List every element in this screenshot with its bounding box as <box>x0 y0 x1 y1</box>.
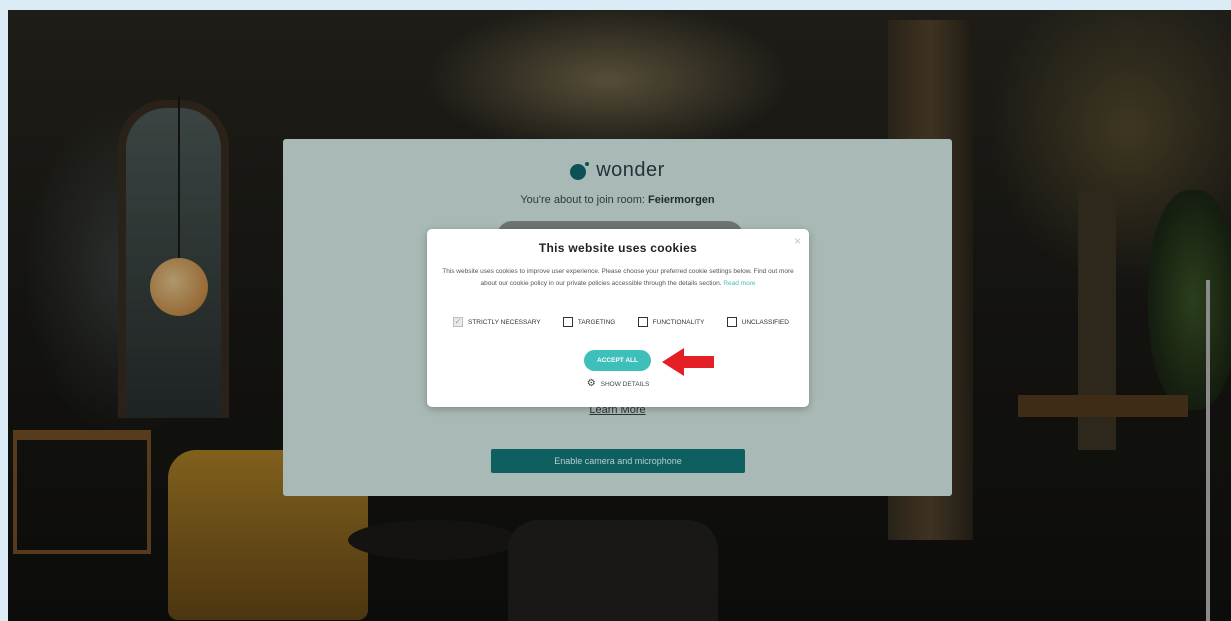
wonder-logo-icon <box>570 161 590 181</box>
join-room-text: You're about to join room: Feiermorgen <box>283 194 952 206</box>
join-room-prefix: You're about to join room: <box>520 194 649 206</box>
checkbox-icon[interactable] <box>726 317 737 327</box>
cookie-options: ✓ STRICTLY NECESSARY TARGETING FUNCTIONA… <box>453 317 789 327</box>
cookie-consent-dialog: × This website uses cookies This website… <box>427 229 809 407</box>
brand-logo: wonder <box>283 159 952 182</box>
brand-name: wonder <box>596 159 665 181</box>
option-strictly-necessary[interactable]: ✓ STRICTLY NECESSARY <box>453 317 541 327</box>
gear-icon: ⚙ <box>586 378 596 389</box>
option-label: FUNCTIONALITY <box>652 318 705 326</box>
option-label: STRICTLY NECESSARY <box>468 318 541 326</box>
cookie-description: This website uses cookies to improve use… <box>437 266 799 290</box>
room-name: Feiermorgen <box>648 194 715 206</box>
enable-camera-microphone-button[interactable]: Enable camera and microphone <box>491 449 745 473</box>
option-unclassified[interactable]: UNCLASSIFIED <box>726 317 789 327</box>
show-details-label: SHOW DETAILS <box>600 380 650 388</box>
red-arrow-icon <box>662 348 714 376</box>
checkbox-icon[interactable] <box>637 317 648 327</box>
checkbox-icon[interactable] <box>562 317 573 327</box>
option-label: TARGETING <box>577 318 616 326</box>
show-details-toggle[interactable]: ⚙ SHOW DETAILS <box>427 379 809 389</box>
option-functionality[interactable]: FUNCTIONALITY <box>637 317 705 327</box>
option-targeting[interactable]: TARGETING <box>562 317 616 327</box>
accept-all-button[interactable]: ACCEPT ALL <box>584 350 651 371</box>
cookie-title: This website uses cookies <box>538 241 698 255</box>
option-label: UNCLASSIFIED <box>741 318 789 326</box>
checkbox-icon[interactable]: ✓ <box>453 317 463 327</box>
read-more-link[interactable]: Read more <box>723 280 755 287</box>
